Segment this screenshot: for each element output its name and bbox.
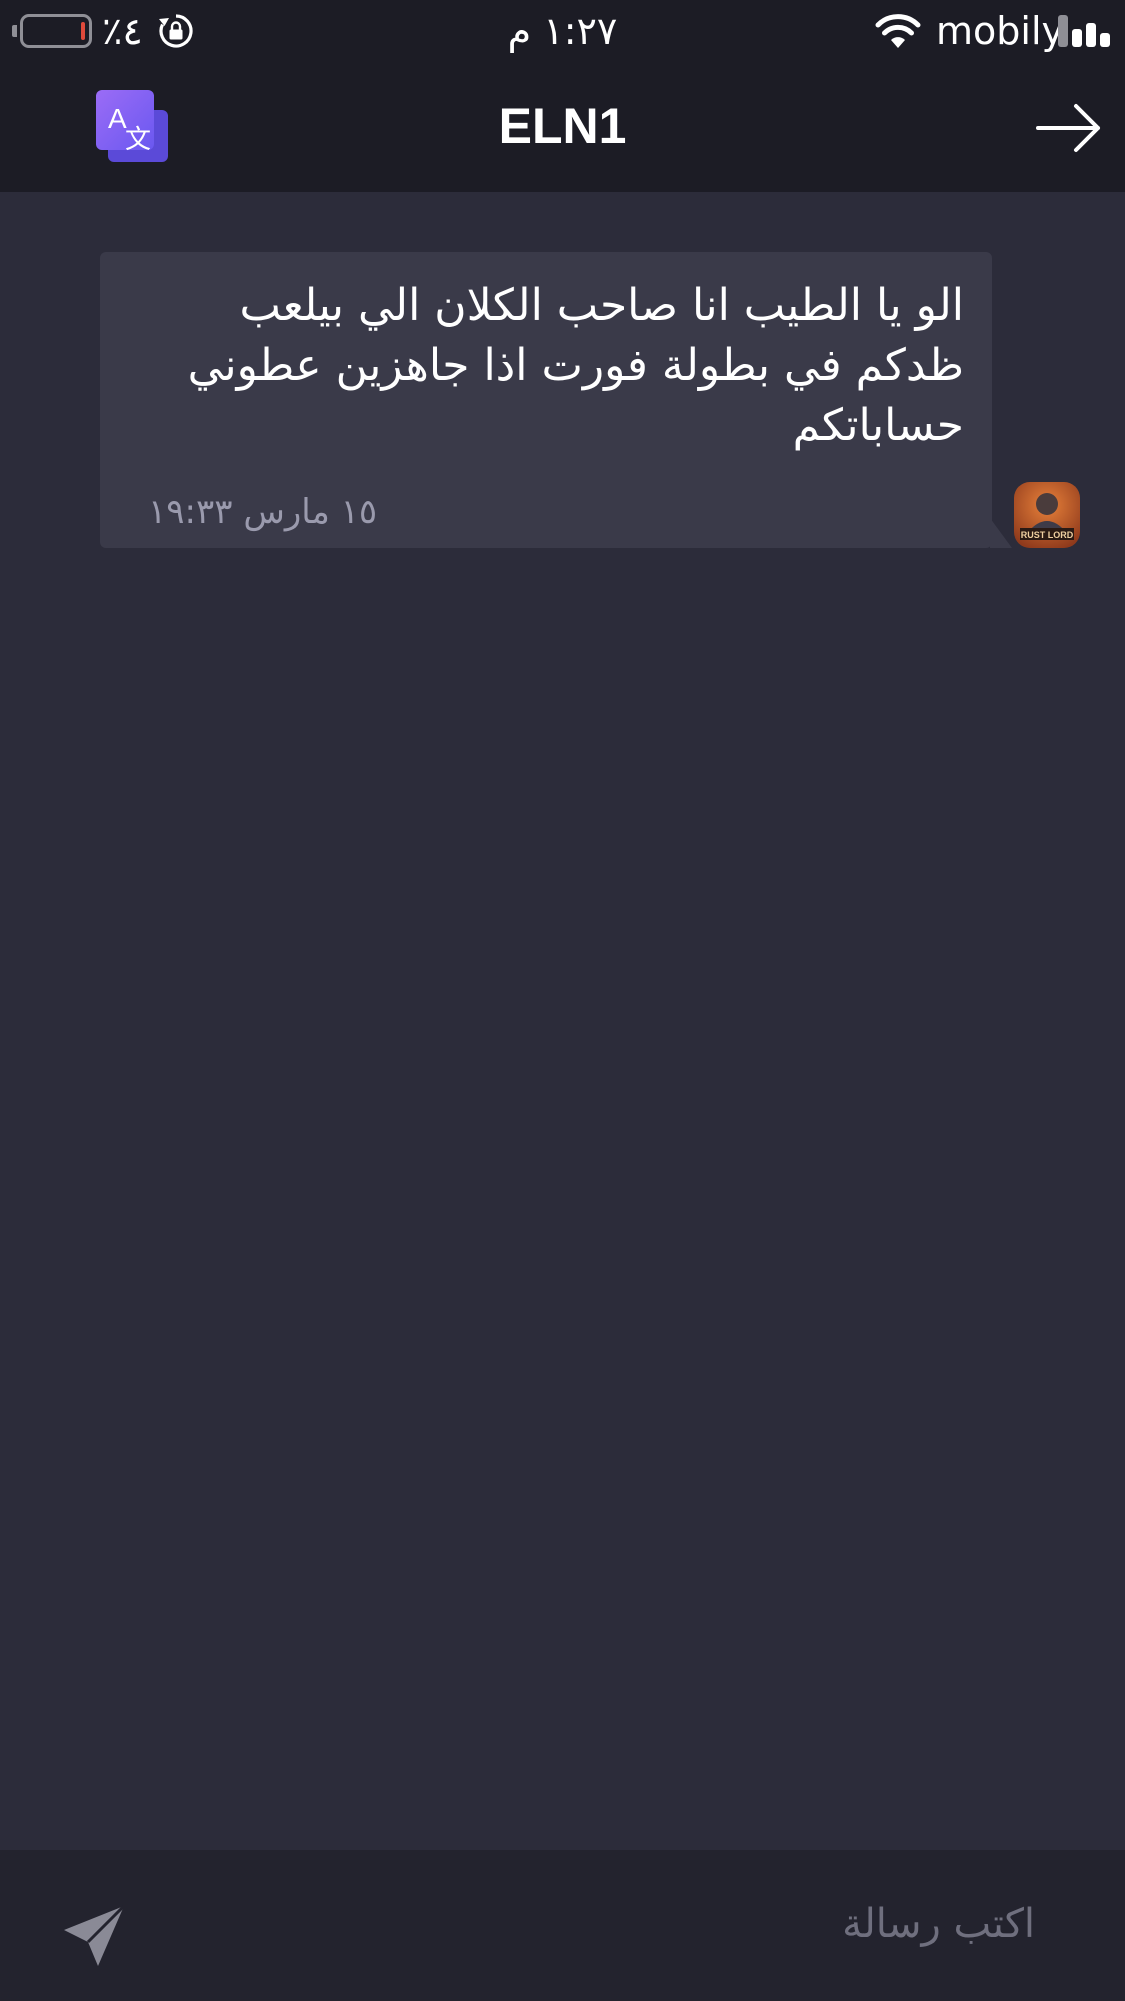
back-arrow-icon[interactable] (1036, 102, 1102, 154)
send-icon[interactable] (62, 1904, 126, 1968)
signal-icon (1058, 15, 1114, 47)
page-title: ELN1 (498, 98, 627, 154)
status-bar: ٪٤ ١:٢٧ م mobily (0, 0, 1125, 64)
message-input[interactable] (180, 1888, 1035, 1960)
nav-bar: A 文 ELN1 (0, 64, 1125, 192)
avatar[interactable]: RUST LORD (1014, 482, 1080, 548)
message-composer (0, 1850, 1125, 2001)
wifi-icon (875, 14, 921, 48)
message-text: الو يا الطيب انا صاحب الكلان الي بيلعب ظ… (187, 280, 964, 451)
svg-text:RUST LORD: RUST LORD (1021, 530, 1074, 540)
carrier-name: mobily (936, 9, 1064, 53)
message-timestamp: ١٥ مارس ١٩:٣٣ (148, 492, 378, 532)
bubble-tail (990, 518, 1012, 548)
message-bubble[interactable]: الو يا الطيب انا صاحب الكلان الي بيلعب ظ… (100, 252, 992, 548)
chat-area[interactable]: الو يا الطيب انا صاحب الكلان الي بيلعب ظ… (0, 192, 1125, 1850)
